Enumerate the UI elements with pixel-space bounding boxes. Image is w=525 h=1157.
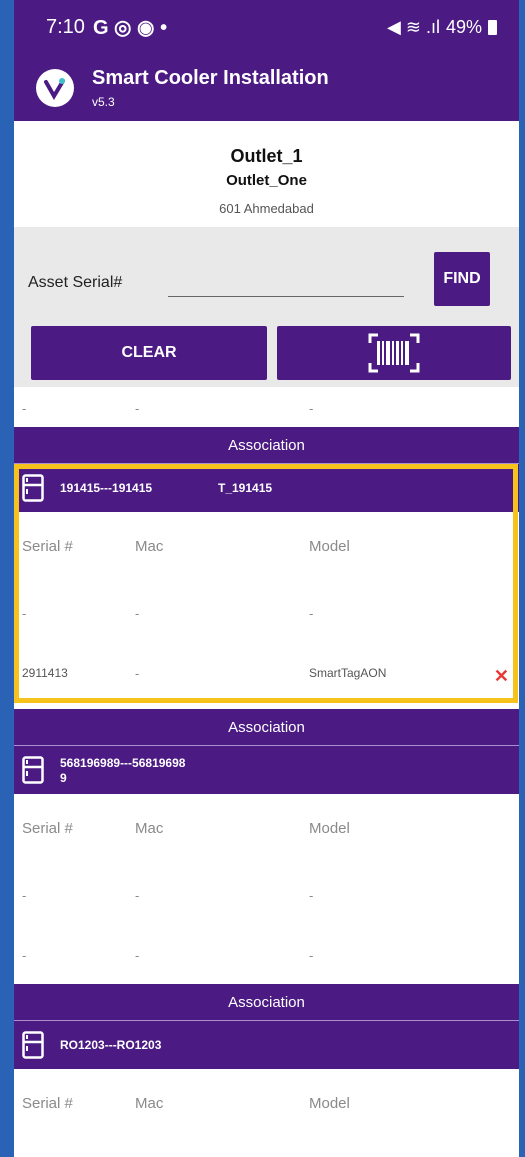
list-item: - - - [14, 387, 519, 427]
mac-value: - [135, 948, 140, 963]
table-row: - - - [14, 864, 519, 924]
barcode-scan-icon [368, 333, 420, 373]
model-header: Model [309, 1095, 350, 1112]
signal-icons: ◀ ≋ .ıl [387, 17, 440, 37]
app-title: Smart Cooler Installation [92, 67, 329, 89]
serial-header: Serial # [22, 538, 73, 555]
fridge-icon [22, 1031, 44, 1059]
mac-value: - [135, 401, 140, 416]
find-button[interactable]: FIND [434, 252, 490, 306]
status-left-icons: G ◎ ◉ • [92, 17, 168, 39]
column-headers: Serial # Mac Model [14, 1069, 519, 1139]
search-panel: Asset Serial# FIND CLEAR [14, 227, 519, 387]
association-header: Association [14, 427, 519, 464]
asset-header[interactable]: RO1203---RO1203 [14, 1021, 519, 1069]
remove-icon[interactable]: ✕ [494, 666, 509, 687]
mac-header: Mac [135, 1095, 164, 1112]
asset-header[interactable]: 568196989---56819698 9 [14, 746, 519, 794]
serial-value: - [22, 401, 27, 416]
model-value: - [309, 948, 314, 963]
battery-icon [488, 20, 497, 35]
outlet-address: 601 Ahmedabad [219, 201, 314, 216]
mac-value: - [135, 606, 140, 621]
serial-value: - [22, 948, 27, 963]
model-value: - [309, 606, 314, 621]
table-row: - - - [14, 924, 519, 984]
fridge-icon [22, 756, 44, 784]
asset-id-wrap: 9 [60, 771, 67, 785]
association-header: Association [14, 709, 519, 746]
table-row: - - - [14, 582, 519, 642]
asset-serial-input[interactable] [168, 257, 404, 297]
mac-value: - [135, 666, 140, 681]
model-value: - [309, 888, 314, 903]
model-header: Model [309, 538, 350, 555]
association-list[interactable]: - - - Association 191415---191415 T_1914… [14, 387, 519, 1157]
outlet-name: Outlet_1 [230, 146, 303, 166]
column-headers: Serial # Mac Model [14, 512, 519, 582]
column-headers: Serial # Mac Model [14, 794, 519, 864]
model-value: SmartTagAON [309, 666, 387, 680]
table-row: - - - [14, 1139, 519, 1157]
asset-id: 191415---191415 [60, 481, 153, 495]
outlet-info: Outlet_1 Outlet_One 601 Ahmedabad [14, 121, 519, 227]
asset-name: T_191415 [218, 481, 273, 495]
mac-header: Mac [135, 538, 164, 555]
asset-header[interactable]: 191415---191415 T_191415 [14, 464, 519, 512]
serial-header: Serial # [22, 1095, 73, 1112]
asset-serial-label: Asset Serial# [28, 274, 123, 291]
app-version: v5.3 [92, 95, 115, 109]
fridge-icon [22, 474, 44, 502]
asset-id: RO1203---RO1203 [60, 1038, 162, 1052]
clear-button[interactable]: CLEAR [31, 326, 267, 380]
asset-id: 568196989---56819698 [60, 756, 186, 770]
status-time: 7:10 [46, 16, 85, 38]
serial-value: - [22, 888, 27, 903]
serial-value: - [22, 606, 27, 621]
mac-header: Mac [135, 820, 164, 837]
serial-value: 2911413 [22, 666, 68, 680]
frame-border-left [0, 0, 14, 1157]
association-header: Association [14, 984, 519, 1021]
status-bar: 7:10 G ◎ ◉ • ◀ ≋ .ıl 49% [14, 0, 519, 55]
barcode-scan-button[interactable] [277, 326, 511, 380]
model-value: - [309, 401, 314, 416]
app-logo-icon [36, 69, 74, 107]
mac-value: - [135, 888, 140, 903]
phone-screen: 7:10 G ◎ ◉ • ◀ ≋ .ıl 49% Smart Cooler In… [0, 0, 525, 1157]
battery-level: 49% [445, 17, 482, 37]
outlet-code: Outlet_One [226, 172, 307, 189]
model-header: Model [309, 820, 350, 837]
frame-border-right [519, 0, 525, 1157]
app-bar: Smart Cooler Installation v5.3 [14, 55, 519, 121]
table-row: 2911413 - SmartTagAON ✕ [14, 642, 519, 709]
serial-header: Serial # [22, 820, 73, 837]
